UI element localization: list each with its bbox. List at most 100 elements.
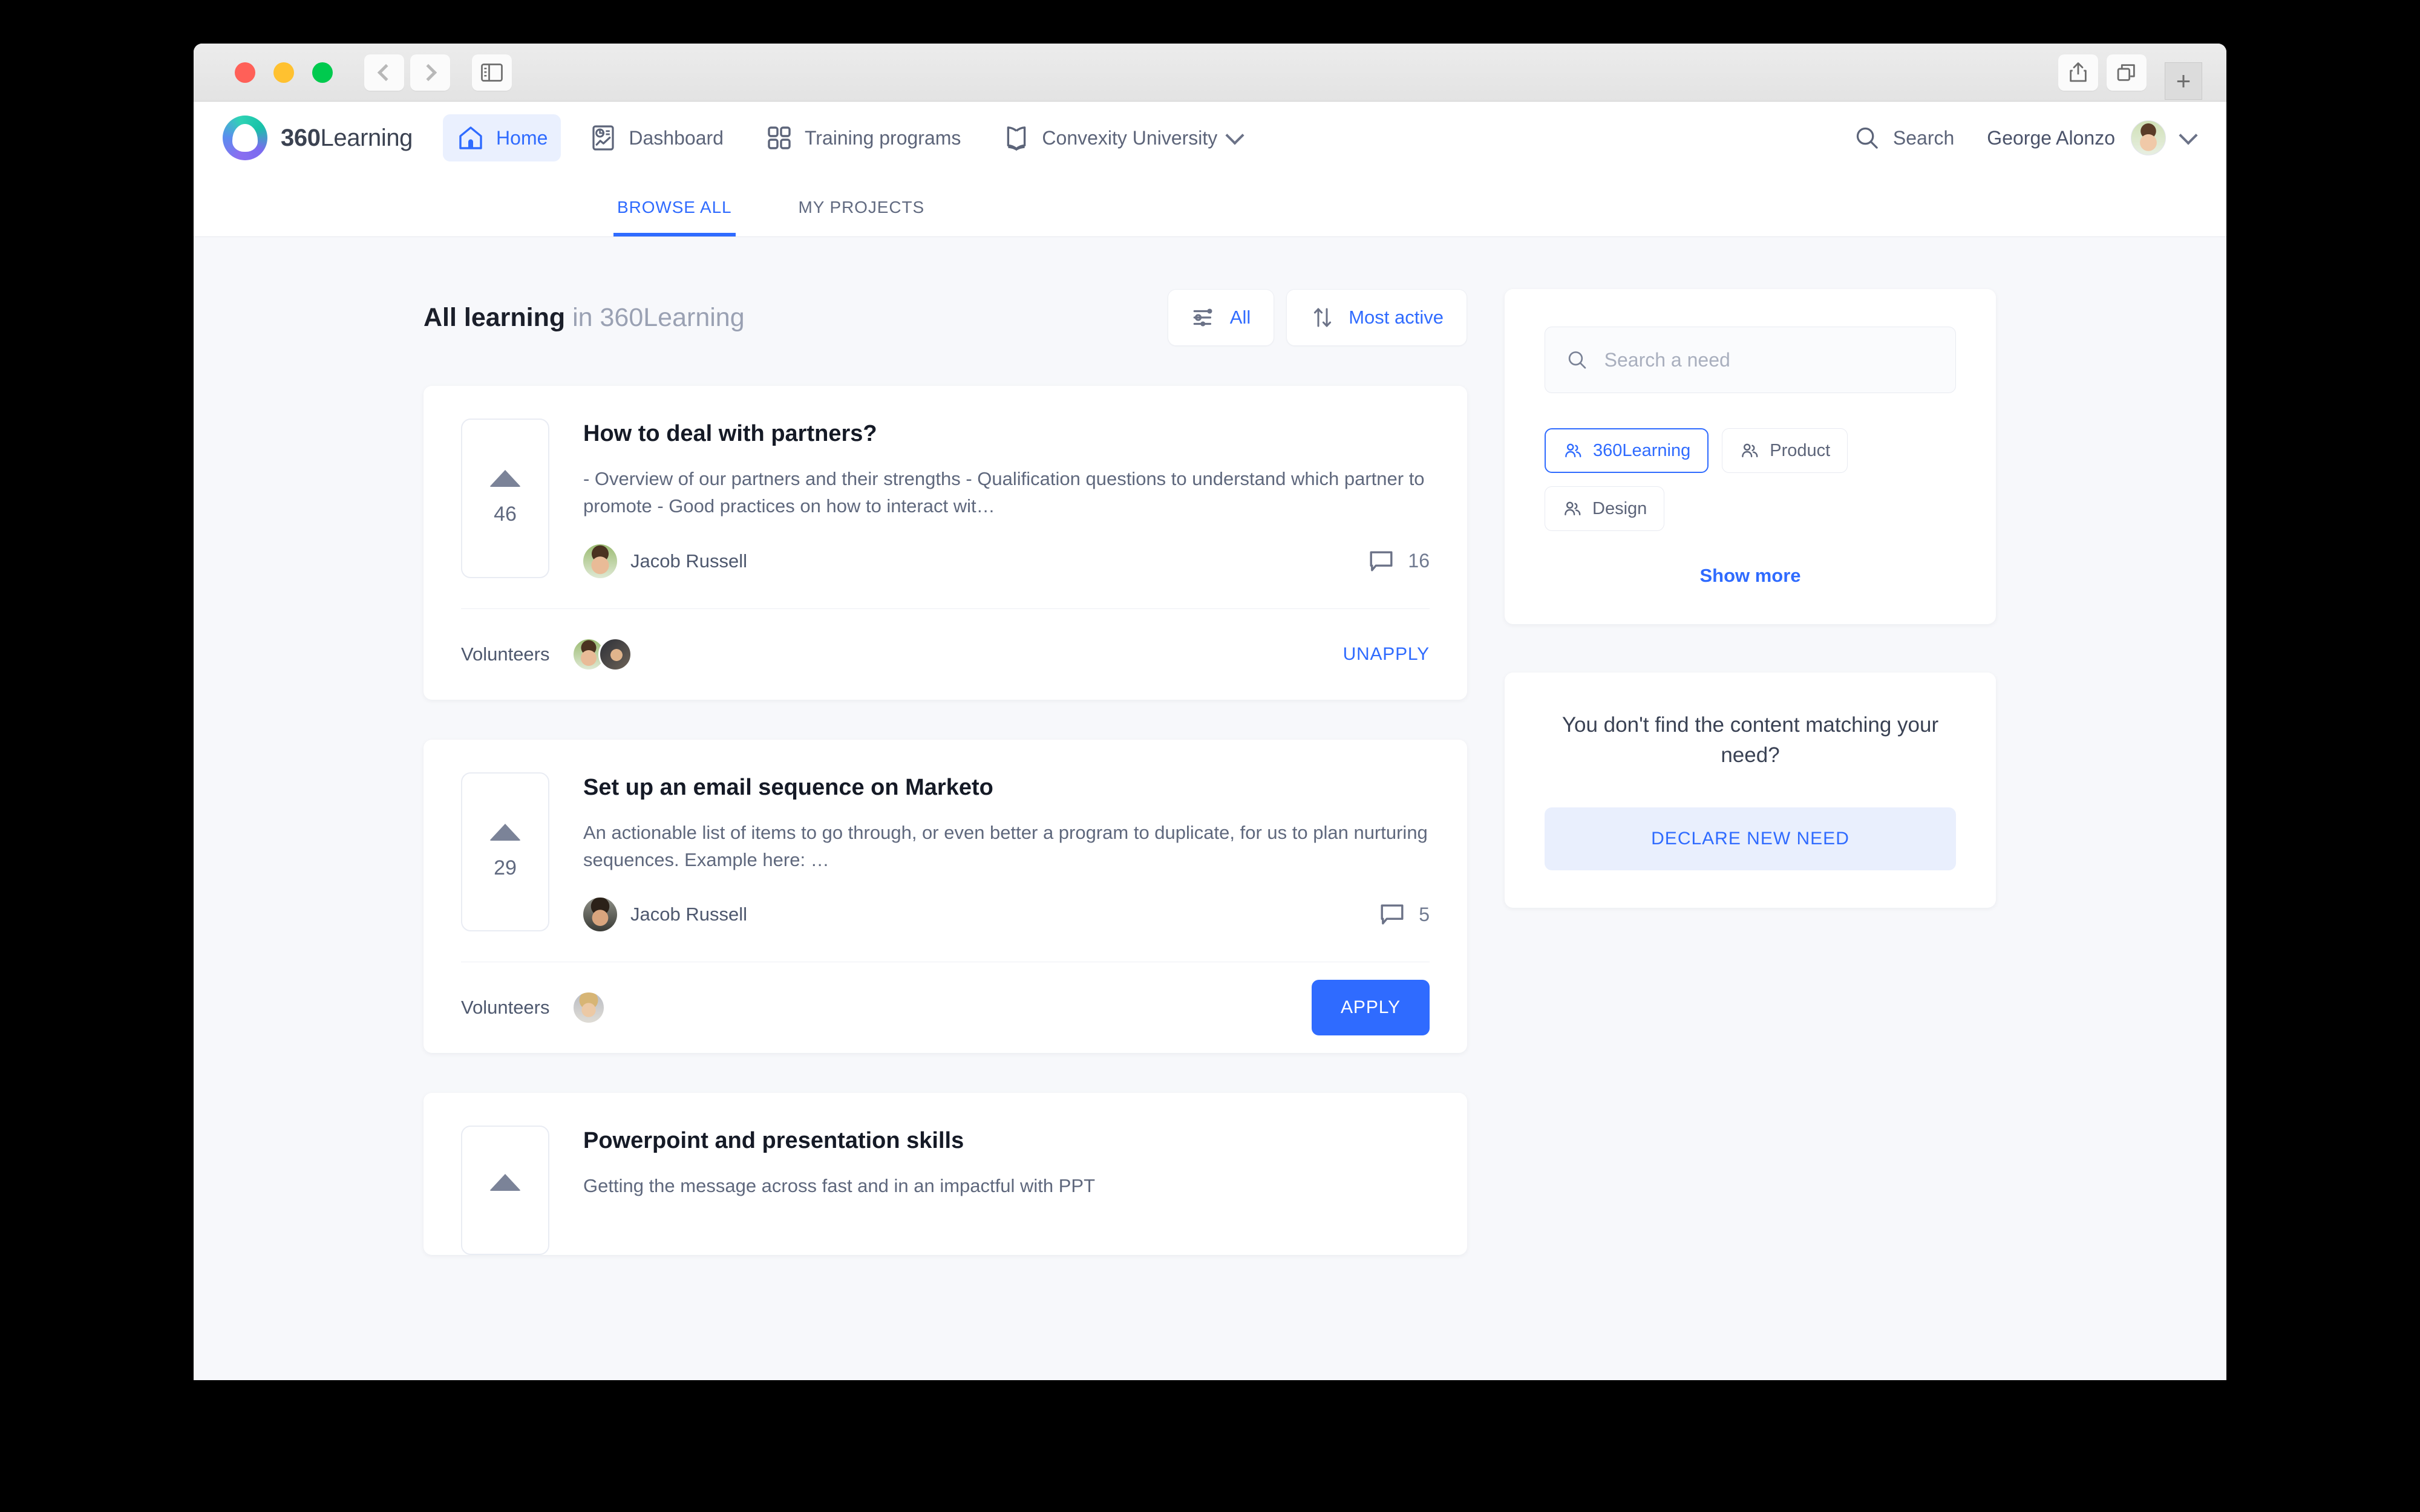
declare-new-need-button[interactable]: DECLARE NEW NEED: [1545, 807, 1956, 870]
nav-item-home-label: Home: [496, 127, 548, 149]
upvote-arrow-icon: [489, 1174, 521, 1191]
volunteer-avatar[interactable]: [598, 637, 632, 671]
apply-button[interactable]: APPLY: [1312, 980, 1430, 1035]
brand-name-bold: 360: [281, 125, 321, 151]
nav-item-dashboard-label: Dashboard: [629, 127, 724, 149]
upvote-arrow-icon: [489, 470, 521, 487]
comment-icon: [1378, 900, 1407, 929]
page-title-muted: in 360Learning: [565, 303, 744, 332]
project-description: - Overview of our partners and their str…: [583, 465, 1430, 520]
section-header: All learning in 360Learning: [424, 289, 1467, 346]
chip-product[interactable]: Product: [1722, 428, 1848, 473]
project-card-body: Set up an email sequence on Marketo An a…: [583, 772, 1430, 932]
search-need-field[interactable]: [1545, 327, 1956, 393]
sidebar-toggle-wrapper: [472, 54, 512, 91]
sidebar-toggle-button[interactable]: [472, 54, 512, 91]
volunteers-avatars: [572, 991, 606, 1025]
project-card[interactable]: Powerpoint and presentation skills Getti…: [424, 1093, 1467, 1255]
volunteers-label: Volunteers: [461, 997, 550, 1018]
sort-button[interactable]: Most active: [1286, 289, 1467, 346]
brand-name: 360Learning: [281, 125, 413, 152]
filter-button[interactable]: All: [1168, 289, 1274, 346]
needs-filter-panel: 360Learning Product: [1505, 289, 1996, 624]
maximize-window-button[interactable]: [312, 62, 333, 83]
show-tabs-button[interactable]: [2107, 54, 2147, 91]
volunteer-avatar[interactable]: [572, 991, 606, 1025]
share-button[interactable]: [2058, 54, 2098, 91]
upvote-box[interactable]: 29: [461, 772, 549, 932]
comment-count: 5: [1419, 904, 1430, 926]
nav-item-training-programs-label: Training programs: [805, 127, 961, 149]
comments-indicator[interactable]: 5: [1378, 900, 1430, 929]
header-search-button[interactable]: Search: [1853, 124, 1954, 152]
tab-browse-all[interactable]: BROWSE ALL: [613, 198, 736, 236]
show-more-button[interactable]: Show more: [1545, 565, 1956, 587]
nav-item-convexity-university[interactable]: Convexity University: [989, 114, 1255, 161]
author-avatar: [583, 898, 617, 931]
project-card[interactable]: 29 Set up an email sequence on Marketo A…: [424, 740, 1467, 1054]
people-icon: [1562, 498, 1583, 519]
project-card-top: 46 How to deal with partners? - Overview…: [461, 419, 1430, 578]
chevron-down-icon: [1226, 126, 1244, 145]
new-tab-button[interactable]: +: [2165, 62, 2202, 100]
dashboard-icon: [589, 123, 618, 152]
side-column: 360Learning Product: [1505, 289, 1996, 1380]
project-card-body: How to deal with partners? - Overview of…: [583, 419, 1430, 578]
filter-sliders-icon: [1191, 305, 1217, 330]
nav-item-home[interactable]: Home: [443, 114, 561, 161]
minimize-window-button[interactable]: [273, 62, 294, 83]
project-author[interactable]: Jacob Russell: [583, 898, 747, 931]
chip-product-label: Product: [1770, 441, 1830, 461]
people-icon: [1739, 440, 1760, 461]
header-search-label: Search: [1893, 127, 1954, 149]
chevron-right-icon: [420, 64, 437, 80]
avatar[interactable]: [2131, 120, 2166, 155]
project-card-top: 29 Set up an email sequence on Marketo A…: [461, 772, 1430, 932]
project-description: Getting the message across fast and in a…: [583, 1172, 1430, 1199]
chip-design-label: Design: [1592, 499, 1647, 519]
share-icon: [2068, 61, 2088, 84]
header-right-group: Search George Alonzo: [1853, 120, 2195, 155]
chevron-left-icon: [378, 64, 394, 80]
chip-360learning[interactable]: 360Learning: [1545, 428, 1709, 473]
project-card-footer: Volunteers APPLY: [461, 962, 1430, 1053]
nav-item-training-programs[interactable]: Training programs: [751, 114, 974, 161]
forward-button[interactable]: [410, 54, 450, 91]
home-icon: [456, 123, 485, 152]
sort-button-label: Most active: [1349, 307, 1444, 328]
close-window-button[interactable]: [235, 62, 255, 83]
search-icon: [1566, 347, 1589, 373]
grid-icon: [765, 123, 794, 152]
nav-item-dashboard[interactable]: Dashboard: [575, 114, 737, 161]
page-inner: All learning in 360Learning: [424, 289, 1996, 1380]
search-need-input[interactable]: [1604, 349, 1935, 371]
comment-icon: [1367, 547, 1396, 576]
project-title: Powerpoint and presentation skills: [583, 1128, 1430, 1154]
comments-indicator[interactable]: 16: [1367, 547, 1430, 576]
page-content: All learning in 360Learning: [194, 237, 2226, 1380]
page-title: All learning in 360Learning: [424, 303, 745, 333]
search-icon: [1853, 124, 1881, 152]
upvote-box[interactable]: 46: [461, 419, 549, 578]
project-card[interactable]: 46 How to deal with partners? - Overview…: [424, 386, 1467, 700]
volunteers-avatars: [572, 637, 632, 671]
project-author[interactable]: Jacob Russell: [583, 544, 747, 578]
project-card-top: Powerpoint and presentation skills Getti…: [461, 1126, 1430, 1255]
window-controls: [235, 62, 333, 83]
browser-titlebar: +: [194, 44, 2226, 102]
volunteers-label: Volunteers: [461, 644, 550, 665]
browser-nav-buttons: [364, 54, 450, 91]
tab-my-projects[interactable]: MY PROJECTS: [795, 198, 929, 236]
user-menu-chevron-down-icon[interactable]: [2179, 126, 2197, 145]
user-name-label: George Alonzo: [1987, 127, 2115, 149]
upvote-arrow-icon: [489, 824, 521, 841]
unapply-button[interactable]: UNAPPLY: [1343, 644, 1430, 665]
tab-my-projects-label: MY PROJECTS: [799, 198, 925, 217]
comment-count: 16: [1408, 550, 1430, 572]
chip-design[interactable]: Design: [1545, 486, 1664, 531]
360learning-logo-icon: [223, 116, 267, 160]
upvote-box[interactable]: [461, 1126, 549, 1255]
project-card-body: Powerpoint and presentation skills Getti…: [583, 1126, 1430, 1255]
brand-logo[interactable]: 360Learning: [223, 116, 413, 160]
back-button[interactable]: [364, 54, 404, 91]
